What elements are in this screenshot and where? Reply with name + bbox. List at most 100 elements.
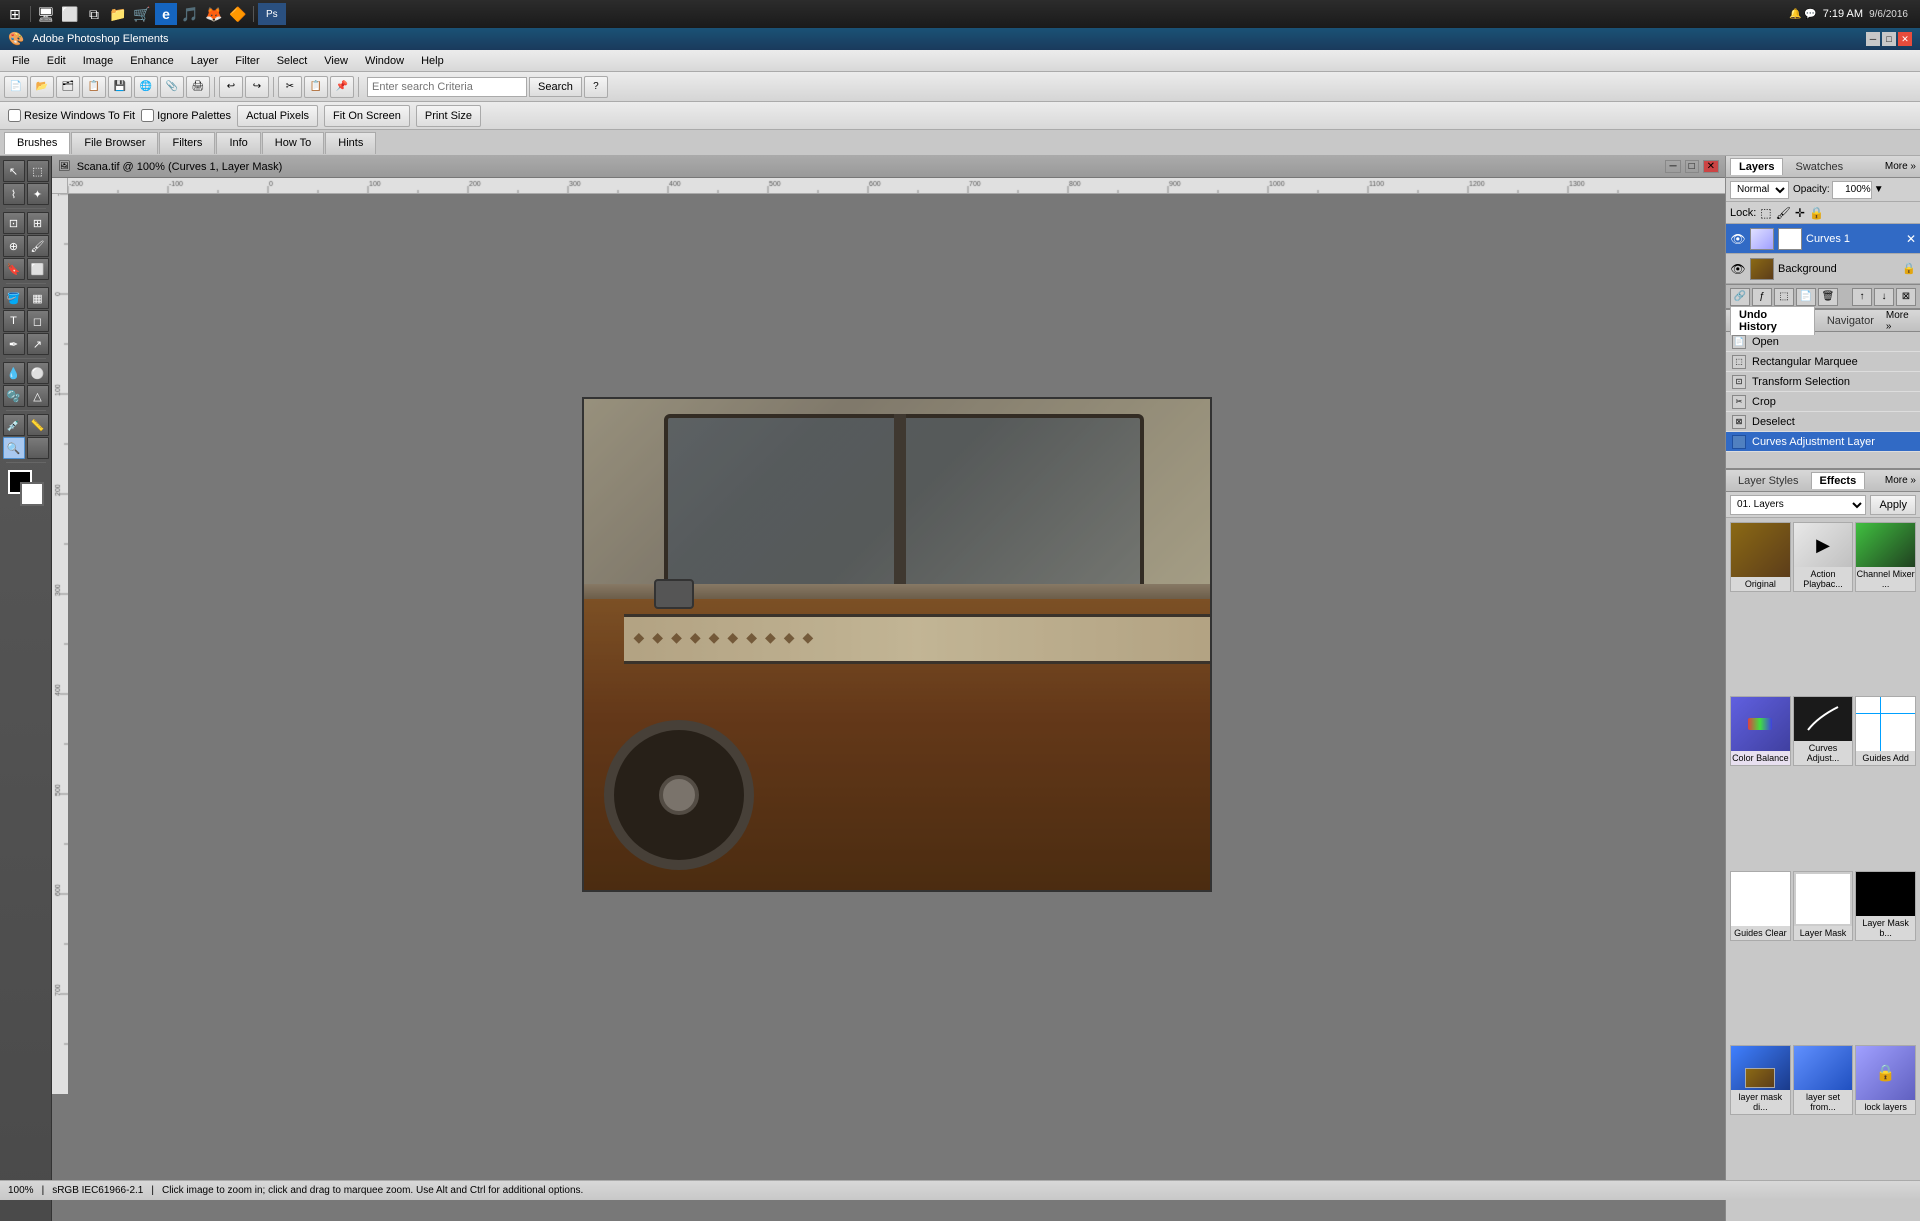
- menu-layer[interactable]: Layer: [183, 53, 227, 69]
- undo-history-tab[interactable]: Undo History: [1730, 306, 1815, 335]
- minimize-button[interactable]: ─: [1866, 32, 1880, 46]
- history-item-open[interactable]: 📄 Open: [1726, 332, 1920, 352]
- ps-taskbar-item[interactable]: Ps: [258, 3, 286, 25]
- copy-btn[interactable]: 📋: [304, 76, 328, 98]
- effect-layer-set-from[interactable]: layer set from...: [1793, 1045, 1854, 1115]
- effect-layer-mask-b[interactable]: Layer Mask b...: [1855, 871, 1916, 941]
- gradient-tool[interactable]: ▦: [27, 287, 49, 309]
- eyedropper-tool[interactable]: 💉: [3, 414, 25, 436]
- hand-tool[interactable]: [27, 437, 49, 459]
- text-tool[interactable]: T: [3, 310, 25, 332]
- history-item-crop[interactable]: ✂ Crop: [1726, 392, 1920, 412]
- delete-layer-btn[interactable]: 🗑: [1818, 288, 1838, 306]
- layer-background[interactable]: 👁 Background 🔒: [1726, 254, 1920, 284]
- search-button[interactable]: Search: [529, 77, 582, 97]
- menu-select[interactable]: Select: [269, 53, 316, 69]
- history-item-transform[interactable]: ⊡ Transform Selection: [1726, 372, 1920, 392]
- taskbar-icon-9[interactable]: 🔶: [227, 3, 249, 25]
- layer-delete-curves1[interactable]: ✕: [1906, 232, 1916, 246]
- clone-tool[interactable]: 🔖: [3, 258, 25, 280]
- shortcut-tab-hints[interactable]: Hints: [325, 132, 376, 154]
- fit-on-screen-btn[interactable]: Fit On Screen: [324, 105, 410, 127]
- history-item-deselect[interactable]: ⊠ Deselect: [1726, 412, 1920, 432]
- background-color[interactable]: [20, 482, 44, 506]
- spot-heal-tool[interactable]: ⊕: [3, 235, 25, 257]
- zoom-tool[interactable]: 🔍: [3, 437, 25, 459]
- print-size-btn[interactable]: Print Size: [416, 105, 481, 127]
- actual-pixels-btn[interactable]: Actual Pixels: [237, 105, 318, 127]
- magic-wand-tool[interactable]: ✦: [27, 183, 49, 205]
- shortcut-tab-file-browser[interactable]: File Browser: [71, 132, 158, 154]
- paste-btn[interactable]: 📌: [330, 76, 354, 98]
- attach-btn[interactable]: 📎: [160, 76, 184, 98]
- open-btn[interactable]: 📂: [30, 76, 54, 98]
- blur-tool[interactable]: 💧: [3, 362, 25, 384]
- effect-action-playback[interactable]: ▶ Action Playbac...: [1793, 522, 1854, 592]
- swatches-tab[interactable]: Swatches: [1787, 159, 1851, 175]
- effects-tab[interactable]: Effects: [1811, 472, 1866, 489]
- taskbar-icon-7[interactable]: 🎵: [179, 3, 201, 25]
- history-item-marquee[interactable]: ⬚ Rectangular Marquee: [1726, 352, 1920, 372]
- menu-enhance[interactable]: Enhance: [122, 53, 181, 69]
- slice-tool[interactable]: ⊞: [27, 212, 49, 234]
- effect-channel-mixer[interactable]: Channel Mixer ...: [1855, 522, 1916, 592]
- menu-file[interactable]: File: [4, 53, 38, 69]
- dodge-tool[interactable]: ⚪: [27, 362, 49, 384]
- layer-curves1[interactable]: 👁 Curves 1 ✕: [1726, 224, 1920, 254]
- effect-color-balance[interactable]: Color Balance: [1730, 696, 1791, 766]
- layer-mask-btn[interactable]: ⬚: [1774, 288, 1794, 306]
- layers-adjust-btn[interactable]: ↑: [1852, 288, 1872, 306]
- eraser-tool[interactable]: ⬜: [27, 258, 49, 280]
- apply-button[interactable]: Apply: [1870, 495, 1916, 515]
- shortcut-tab-brushes[interactable]: Brushes: [4, 132, 70, 154]
- effect-guides-clear[interactable]: Guides Clear: [1730, 871, 1791, 941]
- pen-tool[interactable]: ✒: [3, 333, 25, 355]
- layers-trash-btn[interactable]: ⊠: [1896, 288, 1916, 306]
- menu-filter[interactable]: Filter: [227, 53, 267, 69]
- effects-more-btn[interactable]: More »: [1885, 475, 1916, 486]
- effect-guides-add[interactable]: Guides Add: [1855, 696, 1916, 766]
- image-canvas[interactable]: ◆ ◆ ◆ ◆ ◆ ◆ ◆ ◆ ◆ ◆: [582, 397, 1212, 892]
- save-btn[interactable]: 💾: [108, 76, 132, 98]
- effect-layer-mask-d[interactable]: layer mask di...: [1730, 1045, 1791, 1115]
- menu-edit[interactable]: Edit: [39, 53, 74, 69]
- lasso-tool[interactable]: ⌇: [3, 183, 25, 205]
- layer-style-btn[interactable]: ƒ: [1752, 288, 1772, 306]
- crop-tool[interactable]: ⊡: [3, 212, 25, 234]
- opacity-dropdown[interactable]: ▼: [1874, 184, 1884, 195]
- sponge-tool[interactable]: 🫧: [3, 385, 25, 407]
- effect-lock-layers[interactable]: 🔒 lock layers: [1855, 1045, 1916, 1115]
- maximize-button[interactable]: □: [1882, 32, 1896, 46]
- resize-windows-checkbox[interactable]: Resize Windows To Fit: [8, 109, 135, 122]
- shortcut-tab-how-to[interactable]: How To: [262, 132, 324, 154]
- layer-eye-curves1[interactable]: 👁: [1730, 232, 1746, 246]
- effect-original[interactable]: Original: [1730, 522, 1791, 592]
- new-file-btn[interactable]: 📄: [4, 76, 28, 98]
- navigator-tab[interactable]: Navigator: [1819, 313, 1882, 329]
- shortcut-tab-filters[interactable]: Filters: [159, 132, 215, 154]
- paint-bucket-tool[interactable]: 🪣: [3, 287, 25, 309]
- taskbar-icon-3[interactable]: ⧉: [83, 3, 105, 25]
- close-button[interactable]: ✕: [1898, 32, 1912, 46]
- search-input[interactable]: [367, 77, 527, 97]
- lock-position-icon[interactable]: ✛: [1795, 206, 1805, 220]
- lock-brush-icon[interactable]: 🖌: [1776, 206, 1791, 220]
- layers-down-btn[interactable]: ↓: [1874, 288, 1894, 306]
- help-btn[interactable]: ?: [584, 76, 608, 98]
- path-sel-tool[interactable]: ↗: [27, 333, 49, 355]
- move-tool[interactable]: ↖: [3, 160, 25, 182]
- taskbar-icon-5[interactable]: 🛒: [131, 3, 153, 25]
- cut-btn[interactable]: ✂: [278, 76, 302, 98]
- menu-window[interactable]: Window: [357, 53, 412, 69]
- measure-tool[interactable]: 📏: [27, 414, 49, 436]
- redo-btn[interactable]: ↪: [245, 76, 269, 98]
- taskbar-icon-6[interactable]: e: [155, 3, 177, 25]
- save-for-web-btn[interactable]: 🌐: [134, 76, 158, 98]
- brush-tool[interactable]: 🖌: [27, 235, 49, 257]
- lock-transparent-icon[interactable]: ⬚: [1760, 206, 1771, 220]
- ignore-palettes-input[interactable]: [141, 109, 154, 122]
- start-button[interactable]: ⊞: [4, 3, 26, 25]
- taskbar-icon-2[interactable]: ⬜: [59, 3, 81, 25]
- canvas-main[interactable]: ◆ ◆ ◆ ◆ ◆ ◆ ◆ ◆ ◆ ◆: [68, 194, 1725, 1094]
- doc-minimize[interactable]: ─: [1665, 160, 1680, 173]
